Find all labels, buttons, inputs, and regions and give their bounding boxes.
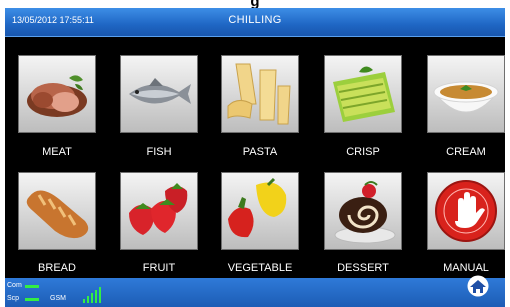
crisp-icon: [333, 66, 395, 122]
scp-label: Scp: [7, 295, 20, 302]
tile-label-cream: CREAM: [446, 146, 486, 158]
tile-cream[interactable]: [427, 55, 505, 133]
tile-dessert[interactable]: [324, 172, 402, 250]
page-title: CHILLING: [228, 14, 282, 26]
tile-meat[interactable]: [18, 55, 96, 133]
bread-icon: [26, 190, 89, 239]
food-category-grid: MEAT FISH PASTA CRISP CREAM BREAD FRUIT …: [5, 36, 505, 278]
home-icon[interactable]: [466, 275, 490, 297]
com-label: Com: [7, 282, 22, 289]
tile-label-fruit: FRUIT: [142, 262, 176, 274]
header-bar: 13/05/2012 17:55:11 CHILLING: [5, 8, 505, 37]
manual-hand-icon: [435, 180, 497, 242]
pasta-icon: [227, 63, 291, 125]
vegetable-icon: [228, 177, 287, 238]
meat-icon: [27, 75, 87, 117]
tile-fish[interactable]: [120, 55, 198, 133]
tile-fruit[interactable]: [120, 172, 198, 250]
com-status-indicator: [25, 285, 39, 288]
dessert-icon: [334, 181, 396, 244]
tile-label-pasta: PASTA: [242, 146, 278, 158]
gsm-signal-icon: [83, 285, 101, 303]
tile-pasta[interactable]: [221, 55, 299, 133]
fish-icon: [129, 78, 191, 104]
status-bar: Com Scp GSM: [5, 278, 505, 307]
tile-label-manual: MANUAL: [443, 262, 489, 274]
tile-vegetable[interactable]: [221, 172, 299, 250]
fruit-icon: [129, 183, 188, 235]
tile-bread[interactable]: [18, 172, 96, 250]
tile-crisp[interactable]: [324, 55, 402, 133]
tile-label-vegetable: VEGETABLE: [227, 262, 293, 274]
gsm-label: GSM: [50, 295, 66, 302]
scp-status-indicator: [25, 298, 39, 301]
tile-label-bread: BREAD: [38, 262, 76, 274]
tile-label-crisp: CRISP: [346, 146, 380, 158]
cream-icon: [432, 81, 500, 113]
chilling-screen: 13/05/2012 17:55:11 CHILLING MEAT FISH P…: [5, 8, 505, 307]
tile-label-fish: FISH: [146, 146, 172, 158]
tile-label-dessert: DESSERT: [337, 262, 389, 274]
tile-manual[interactable]: [427, 172, 505, 250]
tile-label-meat: MEAT: [42, 146, 72, 158]
